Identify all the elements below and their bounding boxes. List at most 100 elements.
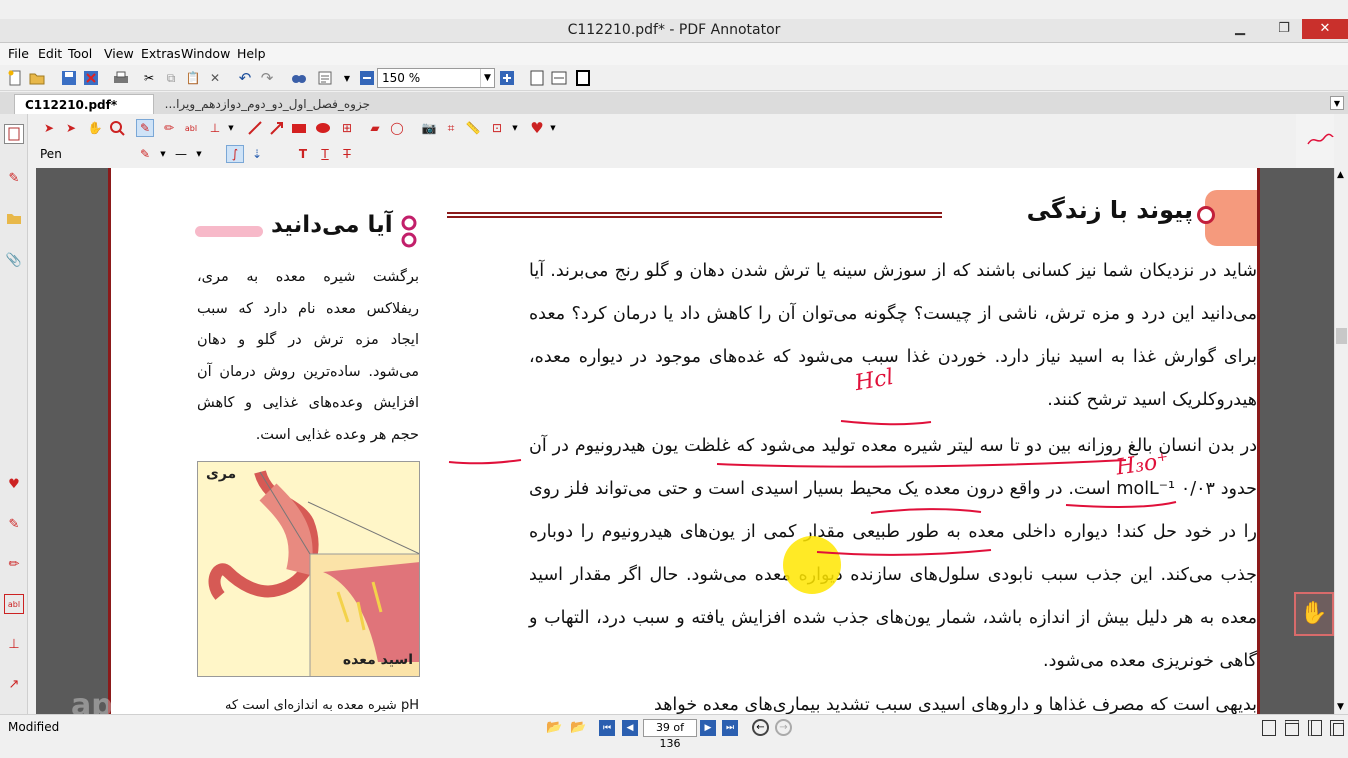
window-title: C112210.pdf* - PDF Annotator: [567, 22, 781, 38]
highlighter-icon[interactable]: ✏: [4, 554, 24, 574]
delete-icon[interactable]: ✕: [206, 69, 224, 87]
find-icon[interactable]: [290, 69, 308, 87]
undo-icon[interactable]: ↶: [236, 69, 254, 87]
two-page-continuous-icon[interactable]: [1330, 720, 1344, 736]
menu-tool[interactable]: Tool: [68, 46, 92, 61]
last-page-button[interactable]: ⏭: [722, 720, 738, 736]
print-icon[interactable]: [112, 69, 130, 87]
ruler-icon[interactable]: 📏: [464, 119, 482, 137]
arrow-icon[interactable]: ↗: [4, 674, 24, 694]
marker-tool-icon[interactable]: ✏: [160, 119, 178, 137]
pen-color-icon[interactable]: ✎: [136, 145, 154, 163]
zoom-value: 150 %: [382, 71, 421, 85]
page-view-icon[interactable]: [4, 124, 24, 144]
lasso-icon[interactable]: ◯: [388, 119, 406, 137]
save-icon[interactable]: [60, 69, 78, 87]
chevron-down-icon[interactable]: ▼: [154, 145, 172, 163]
arrow-tool-icon[interactable]: [268, 119, 286, 137]
cut-icon[interactable]: ✂: [140, 69, 158, 87]
scroll-thumb[interactable]: [1336, 328, 1347, 344]
menu-extras[interactable]: Extras: [141, 46, 181, 61]
text-box-icon[interactable]: abl: [4, 594, 24, 614]
maximize-button[interactable]: ❐: [1270, 19, 1298, 39]
page-number-field[interactable]: 39 of 136: [643, 719, 697, 750]
folder-next-icon[interactable]: 📂: [570, 720, 586, 735]
close-button[interactable]: ✕: [1302, 19, 1348, 39]
previous-page-button[interactable]: ◀: [622, 720, 638, 736]
zoom-in-button[interactable]: [498, 69, 516, 87]
scroll-down-icon[interactable]: ▼: [1337, 702, 1344, 712]
fullscreen-icon[interactable]: [574, 69, 592, 87]
eraser-icon[interactable]: ▰: [366, 119, 384, 137]
menu-help[interactable]: Help: [237, 46, 266, 61]
menu-edit[interactable]: Edit: [38, 46, 62, 61]
chevron-down-icon[interactable]: ▼: [222, 119, 240, 137]
save-as-icon[interactable]: [82, 69, 100, 87]
pen-icon[interactable]: ✎: [4, 168, 24, 188]
menu-file[interactable]: File: [8, 46, 29, 61]
scroll-up-icon[interactable]: ▲: [1337, 170, 1344, 180]
new-icon[interactable]: [6, 69, 24, 87]
chevron-down-icon[interactable]: ▼: [544, 119, 562, 137]
vertical-scrollbar[interactable]: ▲ ▼: [1334, 168, 1348, 714]
single-page-layout-icon[interactable]: [1262, 720, 1276, 736]
text-bold-icon[interactable]: T: [294, 145, 312, 163]
continuous-layout-icon[interactable]: [1285, 720, 1299, 736]
current-tool-label: Pen: [40, 147, 62, 161]
back-icon[interactable]: ←: [752, 719, 769, 736]
folder-nav-icon[interactable]: 📂: [546, 720, 562, 735]
document-viewport[interactable]: پیوند با زندگی شاید در نزدیکان شما نیز ک…: [36, 168, 1334, 714]
text-strike-icon[interactable]: T: [338, 145, 356, 163]
select-text-icon[interactable]: ➤: [62, 119, 80, 137]
zoom-select[interactable]: 150 % ▼: [377, 68, 495, 88]
properties-icon[interactable]: [316, 69, 334, 87]
insert-image-icon[interactable]: ⊡: [488, 119, 506, 137]
marker-icon[interactable]: ✎: [4, 514, 24, 534]
next-page-button[interactable]: ▶: [700, 720, 716, 736]
text-underline-icon[interactable]: T: [316, 145, 334, 163]
menu-view[interactable]: View: [104, 46, 134, 61]
chevron-down-icon[interactable]: ▼: [338, 69, 356, 87]
minimize-button[interactable]: ▁: [1226, 19, 1254, 39]
chevron-down-icon[interactable]: ▼: [1330, 96, 1344, 110]
redo-icon[interactable]: ↷: [258, 69, 276, 87]
menu-window[interactable]: Window: [181, 46, 230, 61]
fit-page-icon[interactable]: [528, 69, 546, 87]
copy-icon[interactable]: ⧉: [162, 69, 180, 87]
fit-width-icon[interactable]: [550, 69, 568, 87]
pdf-page[interactable]: پیوند با زندگی شاید در نزدیکان شما نیز ک…: [71, 168, 1260, 714]
chevron-down-icon[interactable]: ▼: [506, 119, 524, 137]
ink-underlines: [448, 420, 1177, 556]
pen-tool-icon[interactable]: ✎: [136, 119, 154, 137]
crop-icon[interactable]: ⌗: [442, 119, 460, 137]
folder-icon[interactable]: [4, 208, 24, 228]
stamp-icon[interactable]: ⊥: [4, 634, 24, 654]
two-page-layout-icon[interactable]: [1308, 720, 1322, 736]
zoom-tool-icon[interactable]: [108, 119, 126, 137]
camera-icon[interactable]: 📷: [420, 119, 438, 137]
tab-c112210[interactable]: C112210.pdf*: [14, 94, 154, 114]
heart-icon[interactable]: ♥: [4, 474, 24, 494]
first-page-button[interactable]: ⏮: [599, 720, 615, 736]
open-icon[interactable]: [28, 69, 46, 87]
chevron-down-icon[interactable]: ▼: [190, 145, 208, 163]
ellipse-icon[interactable]: [314, 119, 332, 137]
select-icon[interactable]: ➤: [40, 119, 58, 137]
smooth-icon[interactable]: ∫: [226, 145, 244, 163]
rectangle-icon[interactable]: [290, 119, 308, 137]
line-style-icon[interactable]: —: [172, 145, 190, 163]
main-toolbar: ✂ ⧉ 📋 ✕ ↶ ↷ ▼ 150 % ▼: [0, 65, 1348, 91]
hand-icon[interactable]: ✋: [86, 119, 104, 137]
paste-icon[interactable]: 📋: [184, 69, 202, 87]
text-tool-icon[interactable]: abl: [182, 119, 200, 137]
snap-icon[interactable]: ⇣: [248, 145, 266, 163]
annotation-toolbar: ➤ ➤ ✋ ✎ ✏ abl ⊥ ▼ ⊞ ▰ ◯ 📷 ⌗ 📏 ⊡ ▼ ♥ ▼: [36, 116, 1296, 140]
chevron-down-icon[interactable]: ▼: [480, 69, 494, 87]
measure-icon[interactable]: ⊞: [338, 119, 356, 137]
hand-tool-icon[interactable]: ✋: [1294, 592, 1334, 636]
tab-jozve[interactable]: جزوه_فصل_اول_دو_دوم_دوازدهم_ویرا...: [160, 94, 380, 114]
attachment-icon[interactable]: 📎: [4, 250, 24, 270]
zoom-out-button[interactable]: [358, 69, 376, 87]
forward-icon[interactable]: →: [775, 719, 792, 736]
line-icon[interactable]: [246, 119, 264, 137]
